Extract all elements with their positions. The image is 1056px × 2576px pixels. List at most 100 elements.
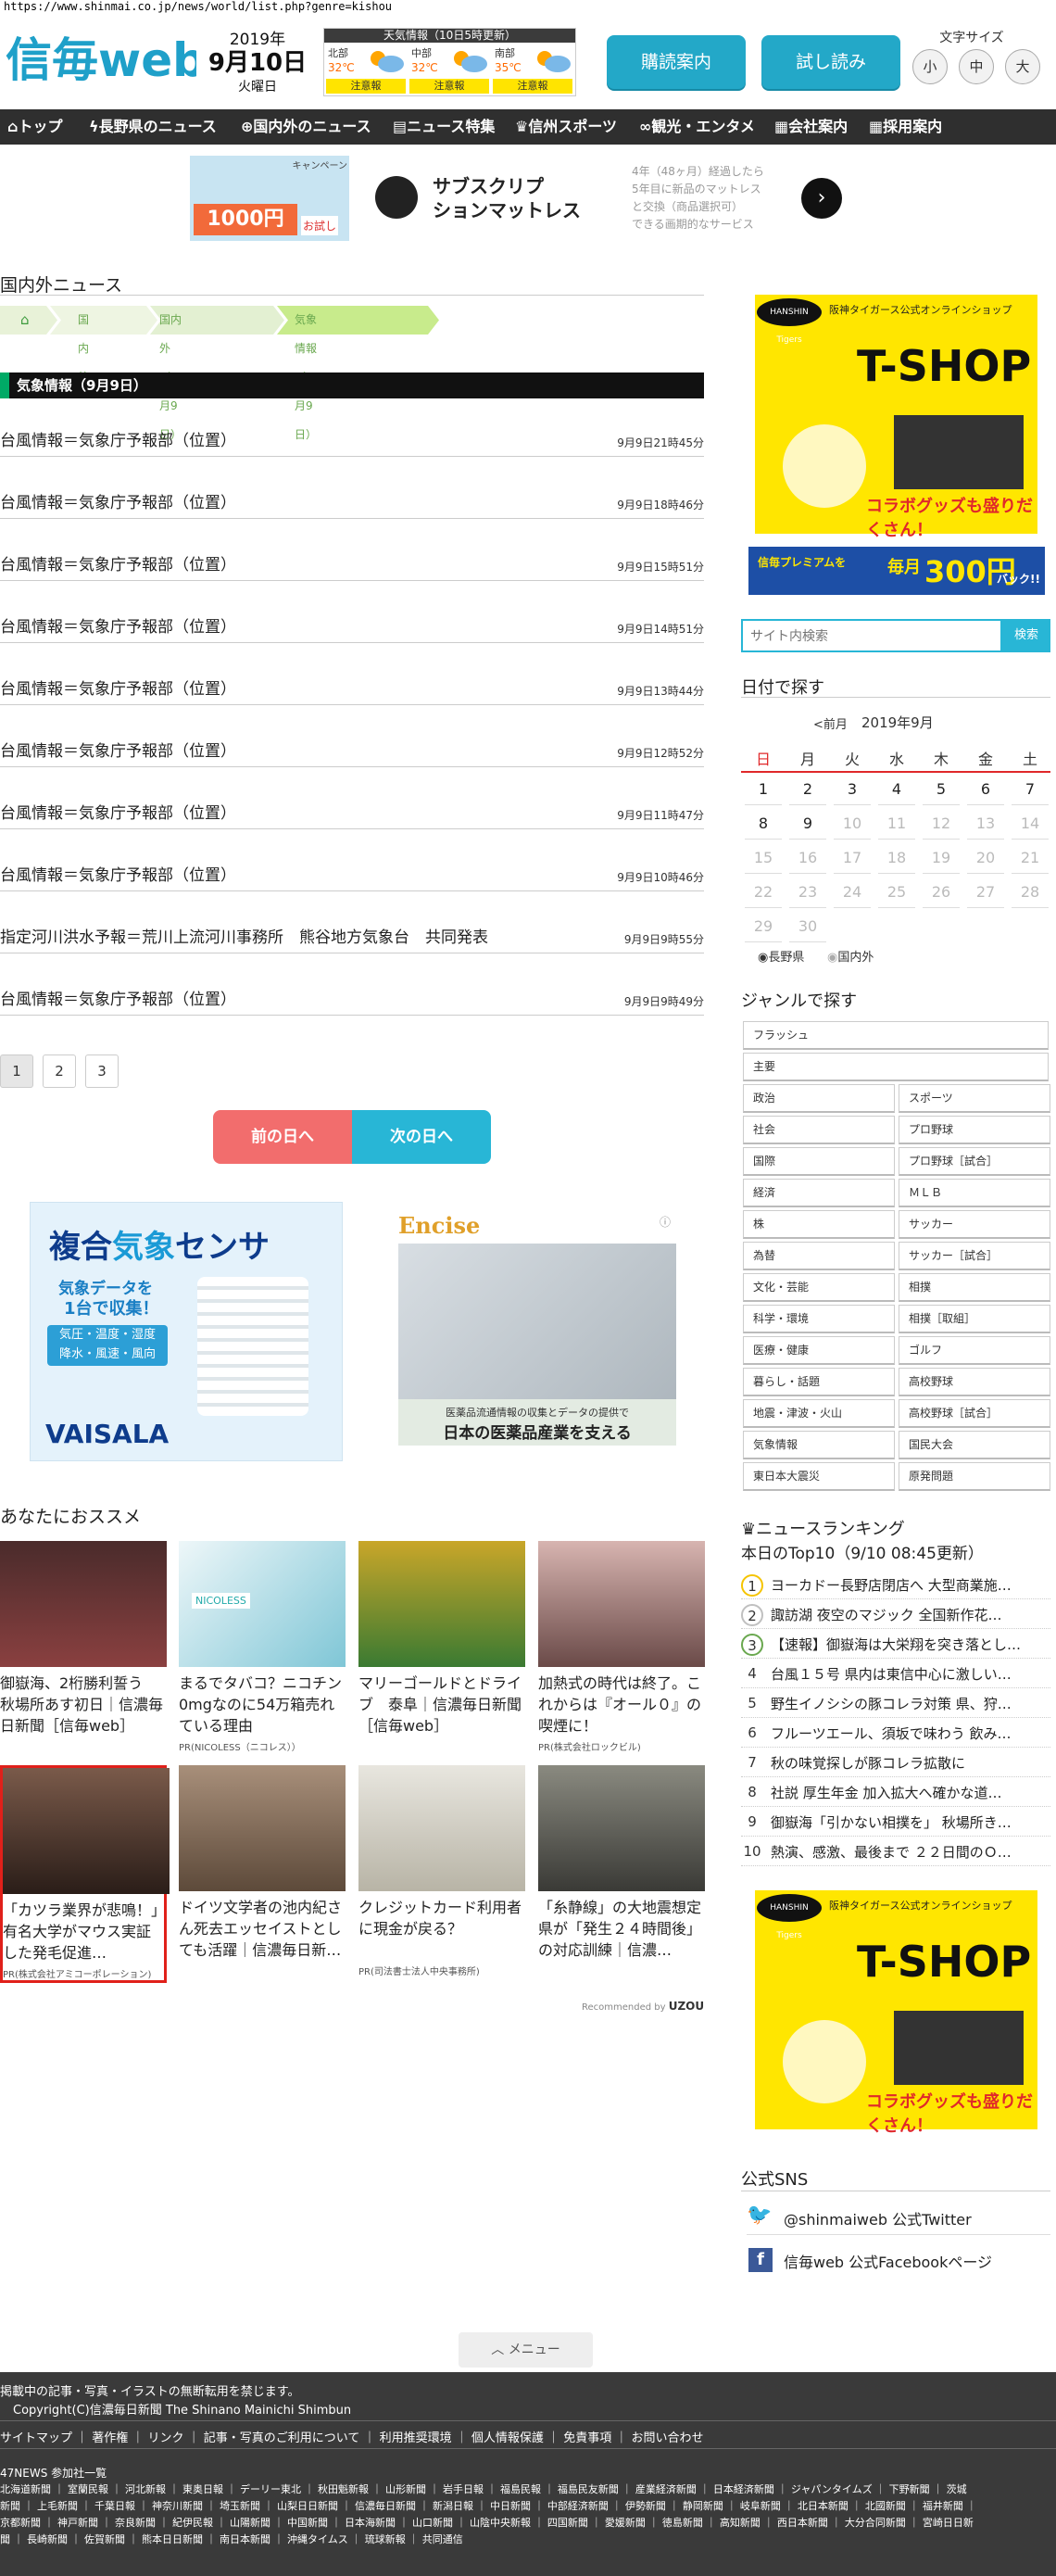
ranking-item[interactable]: 5 野生イノシシの豚コレラ対策 県、狩… <box>741 1688 1050 1718</box>
recommend-thumbnail[interactable] <box>538 1765 705 1891</box>
news-title[interactable]: 台風情報＝気象庁予報部（位置） <box>0 489 236 512</box>
recommend-text[interactable]: まるでタバコ？ニコチン0mgなのに54万箱売れている理由 <box>179 1673 346 1737</box>
calendar-day[interactable]: 7 <box>1008 780 1052 798</box>
news-title[interactable]: 台風情報＝気象庁予報部（位置） <box>0 676 236 699</box>
radio-nagano[interactable]: ◉長野県 <box>758 947 804 965</box>
calendar-day[interactable]: 6 <box>963 780 1008 798</box>
ranking-title-text[interactable]: ヨーカドー長野店閉店へ 大型商業施… <box>771 1575 1049 1595</box>
news-title[interactable]: 台風情報＝気象庁予報部（位置） <box>0 613 236 637</box>
search-button[interactable]: 検索 <box>1002 619 1050 652</box>
genre-item[interactable]: スポーツ <box>899 1084 1050 1113</box>
nav-item-company[interactable]: ▦会社案内 <box>774 109 848 145</box>
calendar-day[interactable]: 2 <box>786 780 830 798</box>
genre-item[interactable]: 相撲 <box>899 1273 1050 1302</box>
recommend-text[interactable]: 「糸静線」の大地震想定 県が「発生２４時間後」の対応訓練｜信濃… <box>538 1897 705 1962</box>
recommend-card[interactable]: 加熱式の時代は終了。これからは『オール０』の喫煙に！ PR(株式会社ロックビル) <box>538 1541 705 1753</box>
genre-item[interactable]: 株 <box>743 1210 895 1239</box>
news-row[interactable]: 台風情報＝気象庁予報部（位置） 9月9日21時45分 <box>0 423 704 457</box>
ranking-item[interactable]: 4 台風１５号 県内は東信中心に激しい… <box>741 1659 1050 1688</box>
genre-item[interactable]: プロ野球［試合］ <box>899 1147 1050 1176</box>
ranking-item[interactable]: 7 秋の味覚探しが豚コレラ拡散に <box>741 1748 1050 1777</box>
genre-item[interactable]: 医療・健康 <box>743 1336 895 1365</box>
ranking-item[interactable]: 2 諏訪湖 夜空のマジック 全国新作花… <box>741 1599 1050 1629</box>
text-size-medium-button[interactable]: 中 <box>959 49 994 84</box>
radio-world[interactable]: ◉国内外 <box>827 947 874 965</box>
news-title[interactable]: 台風情報＝気象庁予報部（位置） <box>0 551 236 575</box>
news-row[interactable]: 台風情報＝気象庁予報部（位置） 9月9日12時52分 <box>0 734 704 767</box>
genre-item[interactable]: 国民大会 <box>899 1431 1050 1459</box>
ranking-title-text[interactable]: 諏訪湖 夜空のマジック 全国新作花… <box>771 1605 1049 1624</box>
genre-item[interactable]: 地震・津波・火山 <box>743 1399 895 1428</box>
ranking-title-text[interactable]: 御嶽海「引かない相撲を」 秋場所き… <box>771 1812 1049 1832</box>
genre-item[interactable]: 政治 <box>743 1084 895 1113</box>
calendar-day[interactable]: 9 <box>786 814 830 832</box>
recommend-text[interactable]: クレジットカード利用者に現金が戻る？ <box>358 1897 525 1962</box>
recommend-text[interactable]: 御嶽海、2桁勝利誓う 秋場所あす初日｜信濃毎日新聞［信毎web］ <box>0 1673 167 1737</box>
calendar-day[interactable]: 1 <box>741 780 786 798</box>
nav-item-top[interactable]: ⌂トップ <box>7 109 62 145</box>
recommend-thumbnail[interactable] <box>538 1541 705 1667</box>
genre-item[interactable]: 気象情報 <box>743 1431 895 1459</box>
recommend-text[interactable]: マリーゴールドとドライブ 泰阜｜信濃毎日新聞［信毎web］ <box>358 1673 525 1737</box>
ranking-title-text[interactable]: 熱演、感激、最後まで ２２日間のＯ… <box>771 1842 1049 1862</box>
tshop-ad-2[interactable]: HANSHIN Tigers 阪神タイガース公式オンラインショップ T-SHOP… <box>755 1890 1037 2136</box>
nav-item-entertainment[interactable]: ∞観光・エンタメ <box>639 109 755 145</box>
site-search-input[interactable] <box>741 619 1002 652</box>
recommend-thumbnail[interactable] <box>358 1541 525 1667</box>
text-size-large-button[interactable]: 大 <box>1005 49 1040 84</box>
genre-item[interactable]: 社会 <box>743 1116 895 1144</box>
genre-item[interactable]: 主要 <box>743 1053 1049 1081</box>
recommend-card[interactable]: クレジットカード利用者に現金が戻る？ PR(司法書士法人中央事務所) <box>358 1765 525 1977</box>
chevron-right-icon[interactable]: › <box>801 178 842 219</box>
encise-ad[interactable]: Encise ⓘ 医薬品流通情報の収集とデータの提供で 日本の医薬品産業を支える <box>398 1212 676 1446</box>
genre-item[interactable]: 暮らし・話題 <box>743 1368 895 1396</box>
recommend-text[interactable]: 加熱式の時代は終了。これからは『オール０』の喫煙に！ <box>538 1673 705 1737</box>
page-1-button[interactable]: 1 <box>0 1054 33 1088</box>
news-row[interactable]: 指定河川洪水予報＝荒川上流河川事務所 熊谷地方気象台 共同発表 9月9日9時55分 <box>0 920 704 953</box>
recommend-thumbnail[interactable] <box>179 1765 346 1891</box>
nav-item-recruit[interactable]: ▦採用案内 <box>869 109 942 145</box>
genre-item[interactable]: 相撲［取組］ <box>899 1305 1050 1333</box>
ranking-title-text[interactable]: フルーツエール、須坂で味わう 飲み… <box>771 1724 1049 1743</box>
news-row[interactable]: 台風情報＝気象庁予報部（位置） 9月9日18時46分 <box>0 486 704 519</box>
info-icon[interactable]: ⓘ <box>660 1214 671 1230</box>
breadcrumb-item[interactable]: 国内外 <box>78 306 89 384</box>
footer-members[interactable]: 京都新聞 ｜ 神戸新聞 ｜ 奈良新聞 ｜ 紀伊民報 ｜ 山陽新聞 ｜ 中国新聞 … <box>0 2515 974 2530</box>
news-title[interactable]: 台風情報＝気象庁予報部（位置） <box>0 738 236 761</box>
genre-item[interactable]: 国際 <box>743 1147 895 1176</box>
genre-item[interactable]: プロ野球 <box>899 1116 1050 1144</box>
ranking-item[interactable]: 8 社説 厚生年金 加入拡大へ確かな道… <box>741 1777 1050 1807</box>
calendar-day[interactable]: 8 <box>741 814 786 832</box>
genre-item[interactable]: 科学・環境 <box>743 1305 895 1333</box>
genre-item[interactable]: ＭＬＢ <box>899 1179 1050 1207</box>
recommend-card[interactable]: 「カツラ業界が悲鳴！」有名大学がマウス実証した発毛促進… PR(株式会社アミコーポ… <box>0 1765 170 1983</box>
weather-widget[interactable]: 天気情報（10日5時更新） 北部 32℃ 注意報 中部 32℃ 注意報 南部 3… <box>323 28 576 96</box>
breadcrumb-item[interactable]: 国内外（9月9日） <box>159 306 182 441</box>
footer-members[interactable]: 新聞 ｜ 上毛新聞 ｜ 千葉日報 ｜ 神奈川新聞 ｜ 埼玉新聞 ｜ 山梨日日新聞… <box>0 2498 976 2513</box>
recommend-text[interactable]: ドイツ文学者の池内紀さん死去エッセイストとしても活躍｜信濃毎日新… <box>179 1897 346 1962</box>
recommend-thumbnail[interactable] <box>3 1768 170 1894</box>
news-row[interactable]: 台風情報＝気象庁予報部（位置） 9月9日10時46分 <box>0 858 704 891</box>
calendar-day[interactable]: 3 <box>830 780 874 798</box>
genre-item[interactable]: 文化・芸能 <box>743 1273 895 1302</box>
calendar-prev-month[interactable]: <前月 <box>813 714 848 732</box>
recommend-text[interactable]: 「カツラ業界が悲鳴！」有名大学がマウス実証した発毛促進… <box>3 1900 164 1964</box>
news-title[interactable]: 台風情報＝気象庁予報部（位置） <box>0 862 236 885</box>
ranking-title-text[interactable]: 台風１５号 県内は東信中心に激しい… <box>771 1664 1049 1684</box>
recommend-card[interactable]: ドイツ文学者の池内紀さん死去エッセイストとしても活躍｜信濃毎日新… <box>179 1765 346 1964</box>
recommend-card[interactable]: 御嶽海、2桁勝利誓う 秋場所あす初日｜信濃毎日新聞［信毎web］ <box>0 1541 167 1739</box>
ranking-item[interactable]: 10 熱演、感激、最後まで ２２日間のＯ… <box>741 1837 1050 1866</box>
news-row[interactable]: 台風情報＝気象庁予報部（位置） 9月9日13時44分 <box>0 672 704 705</box>
ranking-title-text[interactable]: 野生イノシシの豚コレラ対策 県、狩… <box>771 1694 1049 1713</box>
nav-item-sports[interactable]: ♛信州スポーツ <box>515 109 617 145</box>
banner-ad[interactable]: キャンペーン 1000円 お試し サブスクリプ ションマットレス 4年（48ヶ月… <box>190 156 866 241</box>
footer-links[interactable]: サイトマップ ｜ 著作権 ｜ リンク ｜ 記事・写真のご利用について ｜ 利用推… <box>0 2428 703 2445</box>
genre-item[interactable]: 経済 <box>743 1179 895 1207</box>
recommend-thumbnail[interactable] <box>358 1765 525 1891</box>
news-row[interactable]: 台風情報＝気象庁予報部（位置） 9月9日15時51分 <box>0 548 704 581</box>
recommend-thumbnail[interactable]: NICOLESS <box>179 1541 346 1667</box>
home-icon[interactable]: ⌂ <box>20 306 30 335</box>
facebook-link[interactable]: f 信毎web 公式Facebookページ <box>747 2244 1050 2278</box>
footer-members[interactable]: 北海道新聞 ｜ 室蘭民報 ｜ 河北新報 ｜ 東奥日報 ｜ デーリー東北 ｜ 秋田… <box>0 2481 967 2496</box>
ranking-title-text[interactable]: 秋の味覚探しが豚コレラ拡散に <box>771 1753 1049 1773</box>
